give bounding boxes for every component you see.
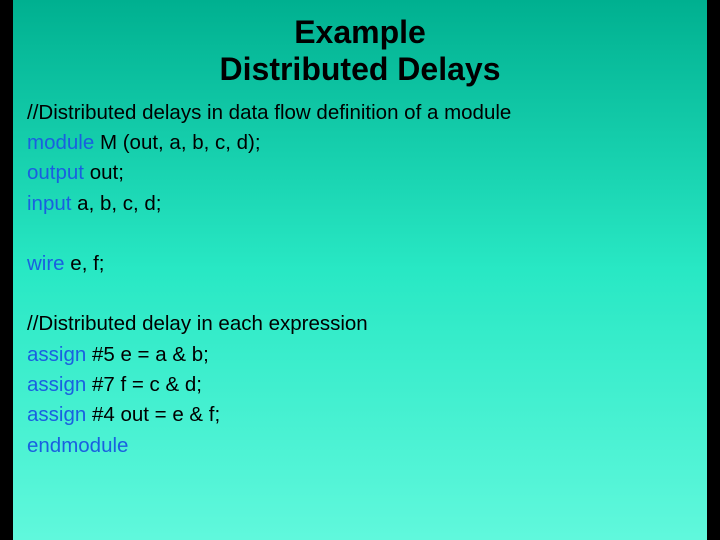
code-text: #7 f = c & d; [86,373,202,396]
keyword-wire: wire [27,252,65,275]
keyword-module: module [27,131,94,154]
blank-line [27,219,707,249]
keyword-endmodule: endmodule [27,434,128,457]
code-line-output: output out; [27,158,707,188]
code-line-wire: wire e, f; [27,249,707,279]
code-line-assign1: assign #5 e = a & b; [27,340,707,370]
code-line-module: module M (out, a, b, c, d); [27,128,707,158]
keyword-input: input [27,192,71,215]
slide: Example Distributed Delays //Distributed… [13,0,707,540]
title-line-1: Example [13,14,707,51]
code-text: M (out, a, b, c, d); [94,131,260,154]
keyword-assign: assign [27,403,86,426]
code-text: out; [84,161,124,184]
blank-line [27,279,707,309]
code-text: #5 e = a & b; [86,343,209,366]
code-text: #4 out = e & f; [86,403,220,426]
code-line-comment2: //Distributed delay in each expression [27,309,707,339]
code-line-endmodule: endmodule [27,431,707,461]
keyword-assign: assign [27,373,86,396]
code-line-assign2: assign #7 f = c & d; [27,370,707,400]
code-block: //Distributed delays in data flow defini… [13,98,707,461]
code-line-input: input a, b, c, d; [27,189,707,219]
title-line-2: Distributed Delays [13,51,707,88]
code-text: a, b, c, d; [71,192,161,215]
slide-title: Example Distributed Delays [13,0,707,98]
code-text: e, f; [65,252,105,275]
keyword-assign: assign [27,343,86,366]
keyword-output: output [27,161,84,184]
code-line-assign3: assign #4 out = e & f; [27,400,707,430]
code-line-comment1: //Distributed delays in data flow defini… [27,98,707,128]
